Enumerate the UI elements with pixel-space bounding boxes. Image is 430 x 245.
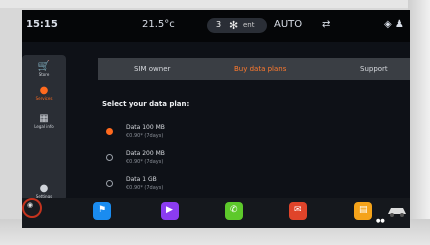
car-icon — [388, 208, 406, 217]
services-icon: ● — [39, 85, 49, 96]
bezel-right — [408, 0, 430, 245]
tab-support[interactable]: Support — [360, 65, 388, 73]
tab-sim-owner[interactable]: SIM owner — [134, 65, 170, 73]
media-button[interactable]: ▶ — [161, 202, 179, 220]
status-bar: 15:15 21.5°c 3 ✻ ent AUTO ⇄ ◈ ♟ — [22, 10, 410, 42]
sidebar-item-label: Legal info — [34, 124, 54, 129]
fan-mode: ent — [243, 21, 255, 29]
plan-option[interactable]: Data 200 MB €0.90* (7days) — [100, 147, 400, 171]
sidebar-item-services[interactable]: ● Services — [22, 85, 66, 102]
apps-button[interactable]: ▤ — [354, 202, 372, 220]
tab-buy-data-plans[interactable]: Buy data plans — [234, 65, 286, 73]
messages-button[interactable]: ✉ — [289, 202, 307, 220]
gps-icon: ◈ — [384, 19, 392, 30]
sidebar-item-label: Services — [35, 96, 53, 101]
radio-button[interactable] — [106, 128, 113, 135]
sidebar-item-legal-info[interactable]: ▦ Legal info — [22, 113, 66, 130]
temperature-readout[interactable]: 21.5°c — [142, 19, 175, 30]
account-icon: ♟ — [394, 19, 404, 30]
plan-name: Data 1 GB — [126, 176, 157, 183]
navigation-icon: ⚑ — [98, 205, 107, 215]
bezel-top — [0, 0, 430, 8]
sidebar-item-label: Store — [38, 72, 50, 77]
recirculation-icon[interactable]: ⇄ — [322, 19, 330, 30]
apps-icon: ▤ — [359, 205, 368, 215]
plan-name: Data 200 MB — [126, 150, 165, 157]
sidebar-item-store[interactable]: 🛒 Store — [22, 61, 66, 78]
radio-button[interactable] — [106, 154, 113, 161]
home-button[interactable]: ◉ — [22, 198, 42, 218]
tab-bar: SIM owner Buy data plans Support — [98, 58, 410, 80]
auto-climate-button[interactable]: AUTO — [274, 19, 302, 30]
home-icon: ◉ — [27, 201, 34, 209]
device-frame: 15:15 21.5°c 3 ✻ ent AUTO ⇄ ◈ ♟ 🛒 Store … — [0, 0, 430, 245]
plan-price: €0.90* (7days) — [126, 185, 164, 191]
fan-control[interactable]: 3 ✻ ent — [207, 18, 267, 33]
radio-button[interactable] — [106, 180, 113, 187]
page-title: Select your data plan: — [102, 100, 190, 108]
cart-icon: 🛒 — [37, 61, 51, 72]
app-dock: ◉ ⚑ ▶ ✆ ✉ ▤ ●● — [22, 198, 410, 228]
messages-icon: ✉ — [294, 205, 302, 215]
media-icon: ▶ — [166, 205, 173, 215]
settings-icon: ● — [39, 183, 49, 194]
fan-level: 3 — [216, 20, 222, 29]
phone-button[interactable]: ✆ — [225, 202, 243, 220]
plan-option[interactable]: Data 100 MB €0.90* (7days) — [100, 121, 400, 145]
legal-info-icon: ▦ — [39, 113, 49, 124]
plan-price: €0.90* (7days) — [126, 133, 164, 139]
clock: 15:15 — [26, 19, 58, 30]
plan-option[interactable]: Data 1 GB €0.90* (7days) — [100, 173, 400, 197]
navigation-button[interactable]: ⚑ — [93, 202, 111, 220]
more-dots-icon: ●● — [376, 218, 385, 224]
plan-price: €0.90* (7days) — [126, 159, 164, 165]
phone-icon: ✆ — [230, 205, 238, 215]
fan-icon: ✻ — [229, 19, 239, 32]
infotainment-screen: 15:15 21.5°c 3 ✻ ent AUTO ⇄ ◈ ♟ 🛒 Store … — [22, 10, 410, 228]
sidebar: 🛒 Store ● Services ▦ Legal info ● Settin… — [22, 55, 66, 201]
status-icons: ◈ ♟ — [384, 19, 404, 30]
plan-name: Data 100 MB — [126, 124, 165, 131]
